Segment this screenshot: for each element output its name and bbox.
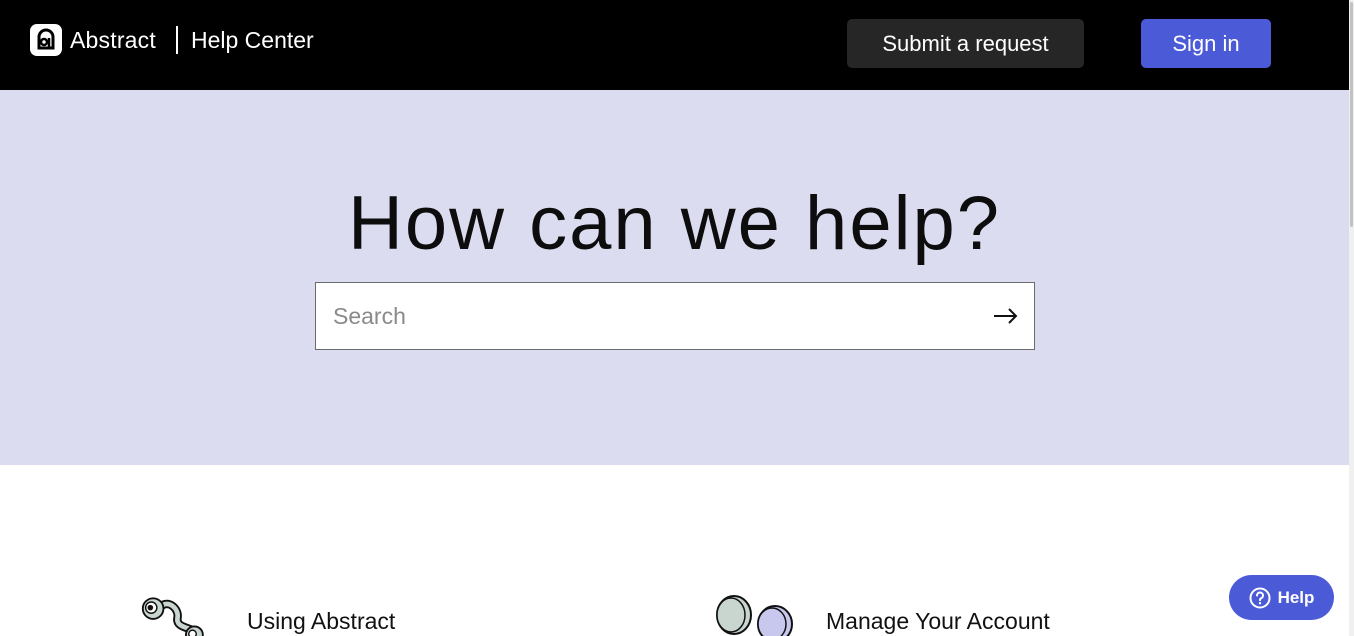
abstract-logo-icon	[30, 24, 62, 56]
category-title: Manage Your Account	[826, 608, 1050, 634]
search-input[interactable]	[316, 283, 978, 349]
submit-request-button[interactable]: Submit a request	[847, 19, 1084, 68]
brand-name: Abstract	[70, 26, 156, 53]
coins-illustration	[716, 595, 793, 636]
brand-divider	[175, 26, 178, 54]
page-title: How can we help?	[347, 181, 1002, 266]
search-form	[315, 282, 1035, 350]
category-title: Using Abstract	[247, 608, 396, 634]
help-widget-label: Help	[1277, 587, 1315, 607]
hero-section: How can we help?	[0, 90, 1349, 465]
top-navigation-bar: Abstract Help Center Submit a request Si…	[0, 0, 1349, 90]
help-center-link[interactable]: Help Center	[191, 27, 314, 54]
category-using-abstract[interactable]: Using Abstract	[140, 592, 395, 636]
search-submit-button[interactable]	[978, 283, 1034, 349]
question-circle-icon	[1249, 587, 1271, 608]
page-scrollbar[interactable]	[1349, 0, 1354, 636]
category-manage-your-account[interactable]: Manage Your Account	[713, 592, 1050, 636]
sign-in-button[interactable]: Sign in	[1141, 19, 1271, 68]
eyeball-worm-illustration	[141, 597, 204, 636]
scrollbar-thumb[interactable]	[1350, 2, 1353, 227]
help-center-page: Abstract Help Center Submit a request Si…	[0, 0, 1354, 636]
brand: Abstract Help Center	[30, 24, 314, 56]
abstract-home-link[interactable]: Abstract	[30, 24, 156, 56]
help-widget-button[interactable]: Help	[1229, 575, 1334, 620]
arrow-right-icon	[994, 308, 1018, 324]
